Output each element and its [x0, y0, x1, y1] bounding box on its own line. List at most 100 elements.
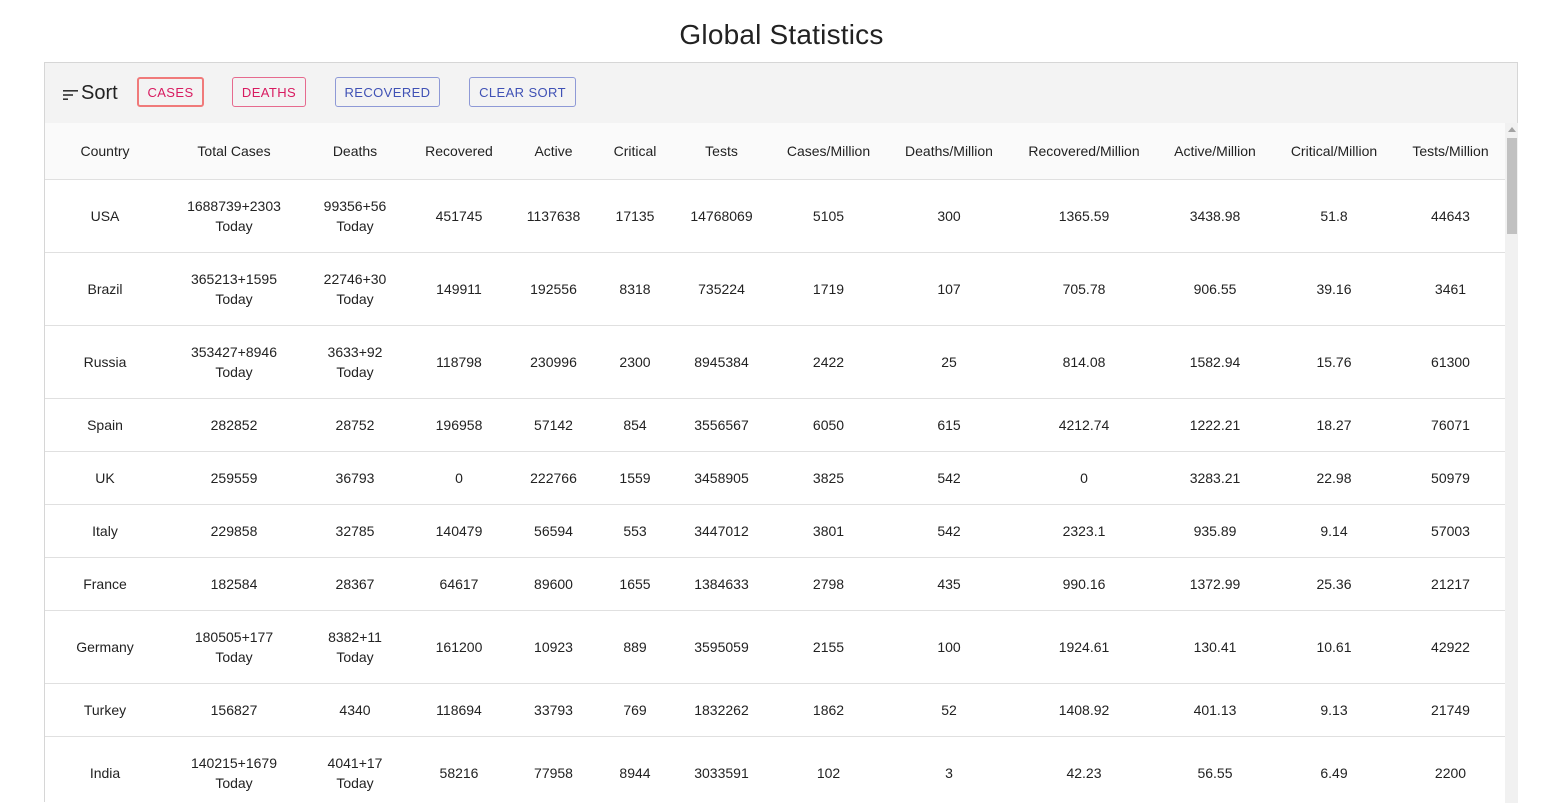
sort-text: Sort	[81, 81, 118, 104]
table-cell: 180505+177 Today	[165, 610, 303, 684]
table-cell: 8382+11 Today	[303, 610, 407, 684]
table-cell: 18.27	[1272, 398, 1396, 452]
table-cell: 906.55	[1158, 252, 1272, 326]
table-row: Turkey 156827 4340 118694 33793 769 1832262 186…	[45, 683, 1505, 737]
table-cell: 3	[888, 736, 1010, 803]
table-cell: 25	[888, 325, 1010, 399]
table-cell: 14768069	[674, 179, 769, 253]
table-cell: 3633+92 Today	[303, 325, 407, 399]
table-cell: 1408.92	[1010, 683, 1158, 737]
table-row: Italy 229858 32785 140479 56594 553 3447012 380…	[45, 504, 1505, 558]
table-cell: 451745	[407, 179, 511, 253]
table-row: UK 259559 36793 0 222766 1559 3458905 3825 542 0 3…	[45, 451, 1505, 505]
table-cell: 21749	[1396, 683, 1505, 737]
today-label: Today	[215, 290, 253, 307]
table-cell: 182584	[165, 557, 303, 611]
column-header: Country	[45, 123, 165, 180]
table-cell: 9.14	[1272, 504, 1396, 558]
table-row: Spain 282852 28752 196958 57142 854 3556567 605…	[45, 398, 1505, 452]
table-cell: 22746+30 Today	[303, 252, 407, 326]
table-cell: 889	[596, 610, 674, 684]
table-cell: 542	[888, 451, 1010, 505]
table-cell: 3801	[769, 504, 888, 558]
table-cell: 282852	[165, 398, 303, 452]
table-cell: 6.49	[1272, 736, 1396, 803]
cell-value: 140215+1679	[190, 754, 278, 771]
table-cell: 229858	[165, 504, 303, 558]
table-cell: 100	[888, 610, 1010, 684]
today-label: Today	[336, 774, 374, 791]
table-cell: 140215+1679 Today	[165, 736, 303, 803]
table-cell: 33793	[511, 683, 596, 737]
table-cell: 990.16	[1010, 557, 1158, 611]
cell-value: 180505+177	[194, 628, 274, 645]
table-cell: 259559	[165, 451, 303, 505]
table-cell: 3825	[769, 451, 888, 505]
table-cell: 2422	[769, 325, 888, 399]
table-cell: 89600	[511, 557, 596, 611]
sort-cases-button[interactable]: CASES	[137, 77, 204, 107]
table-cell: 769	[596, 683, 674, 737]
sort-recovered-button[interactable]: RECOVERED	[335, 77, 440, 107]
table-cell: 118694	[407, 683, 511, 737]
cell-value: 22746+30	[323, 270, 387, 287]
scroll-up-arrow-icon[interactable]	[1508, 127, 1516, 132]
table-row: Russia 353427+8946 Today 3633+92 Today 118798…	[45, 325, 1505, 399]
column-header: Critical	[596, 123, 674, 180]
today-label: Today	[215, 217, 253, 234]
table-row: Brazil 365213+1595 Today 22746+30 Today 14991…	[45, 252, 1505, 326]
table-cell: 107	[888, 252, 1010, 326]
table-cell: 1862	[769, 683, 888, 737]
table-cell: 4212.74	[1010, 398, 1158, 452]
table-cell: 61300	[1396, 325, 1505, 399]
clear-sort-button[interactable]: CLEAR SORT	[469, 77, 576, 107]
table-cell: 1137638	[511, 179, 596, 253]
table-cell: 1222.21	[1158, 398, 1272, 452]
table-body: USA 1688739+2303 Today 99356+56 Today 451745 1…	[45, 179, 1505, 803]
table-cell: 2798	[769, 557, 888, 611]
table-cell: 1688739+2303 Today	[165, 179, 303, 253]
table-cell: 21217	[1396, 557, 1505, 611]
table-cell: Germany	[45, 610, 165, 684]
stats-panel: Sort CASES DEATHS RECOVERED CLEAR SORT C…	[44, 62, 1518, 803]
stats-table: Country Total Cases Deaths Recovered Active C…	[45, 123, 1505, 803]
table-cell: USA	[45, 179, 165, 253]
table-cell: 3556567	[674, 398, 769, 452]
sort-toolbar: Sort CASES DEATHS RECOVERED CLEAR SORT	[45, 63, 1517, 123]
column-header: Total Cases	[165, 123, 303, 180]
column-header: Recovered/Million	[1010, 123, 1158, 180]
sort-deaths-button[interactable]: DEATHS	[232, 77, 306, 107]
table-cell: 3447012	[674, 504, 769, 558]
table-cell: 435	[888, 557, 1010, 611]
table-cell: 0	[1010, 451, 1158, 505]
table-cell: 8945384	[674, 325, 769, 399]
vertical-scrollbar[interactable]	[1505, 123, 1518, 803]
column-header: Tests/Million	[1396, 123, 1505, 180]
table-cell: 15.76	[1272, 325, 1396, 399]
table-cell: 140479	[407, 504, 511, 558]
table-cell: 1559	[596, 451, 674, 505]
table-cell: 0	[407, 451, 511, 505]
today-label: Today	[336, 363, 374, 380]
table-cell: 51.8	[1272, 179, 1396, 253]
table-cell: 1365.59	[1010, 179, 1158, 253]
table-cell: 2323.1	[1010, 504, 1158, 558]
table-cell: 3438.98	[1158, 179, 1272, 253]
cell-value: 8382+11	[328, 628, 382, 645]
table-cell: 615	[888, 398, 1010, 452]
scrollbar-thumb[interactable]	[1507, 138, 1517, 234]
table-cell: 57003	[1396, 504, 1505, 558]
column-header: Tests	[674, 123, 769, 180]
table-cell: 42922	[1396, 610, 1505, 684]
table-cell: 705.78	[1010, 252, 1158, 326]
column-header: Active/Million	[1158, 123, 1272, 180]
table-cell: 6050	[769, 398, 888, 452]
table-row: USA 1688739+2303 Today 99356+56 Today 451745 1…	[45, 179, 1505, 253]
table-cell: 2300	[596, 325, 674, 399]
table-cell: 50979	[1396, 451, 1505, 505]
today-label: Today	[336, 290, 374, 307]
table-cell: 8944	[596, 736, 674, 803]
sort-lines-icon	[63, 90, 78, 100]
table-cell: 17135	[596, 179, 674, 253]
table-row: Germany 180505+177 Today 8382+11 Today 161200…	[45, 610, 1505, 684]
